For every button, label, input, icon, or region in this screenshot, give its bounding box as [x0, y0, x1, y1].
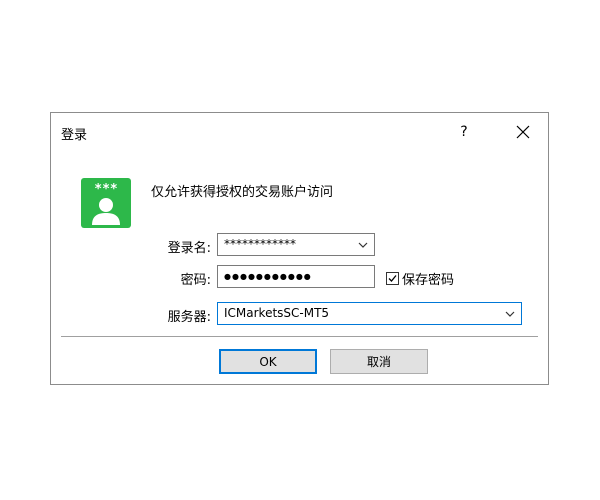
- password-value: ●●●●●●●●●●●: [224, 272, 312, 281]
- login-value: ************: [224, 237, 296, 251]
- server-combo[interactable]: ICMarketsSC-MT5: [217, 302, 522, 325]
- close-icon: [516, 125, 530, 139]
- close-button[interactable]: [501, 113, 545, 151]
- server-value: ICMarketsSC-MT5: [224, 306, 330, 320]
- app-icon-text: ***: [94, 182, 118, 197]
- chevron-down-icon[interactable]: [356, 238, 370, 252]
- dialog-titlebar: 登录 ?: [51, 113, 548, 151]
- save-password-label: 保存密码: [402, 273, 455, 288]
- save-password-checkbox[interactable]: [386, 272, 399, 285]
- login-user-icon: ***: [81, 178, 131, 228]
- cancel-button[interactable]: 取消: [330, 349, 428, 374]
- login-combo[interactable]: ************: [217, 233, 375, 256]
- ok-button[interactable]: OK: [219, 349, 317, 374]
- login-dialog: 登录 ? *** 仅允许获得授权的交易账户访问 登录名: ***********…: [50, 112, 549, 385]
- server-label: 服务器:: [167, 310, 211, 325]
- help-button[interactable]: ?: [447, 113, 481, 151]
- save-password-option[interactable]: 保存密码: [386, 269, 454, 288]
- login-label: 登录名:: [167, 241, 211, 256]
- dialog-title: 登录: [61, 128, 88, 143]
- password-field[interactable]: ●●●●●●●●●●●: [217, 265, 375, 288]
- separator: [61, 336, 538, 337]
- password-label: 密码:: [180, 273, 211, 288]
- chevron-down-icon[interactable]: [503, 307, 517, 321]
- access-message: 仅允许获得授权的交易账户访问: [151, 185, 334, 200]
- checkmark-icon: [388, 275, 397, 282]
